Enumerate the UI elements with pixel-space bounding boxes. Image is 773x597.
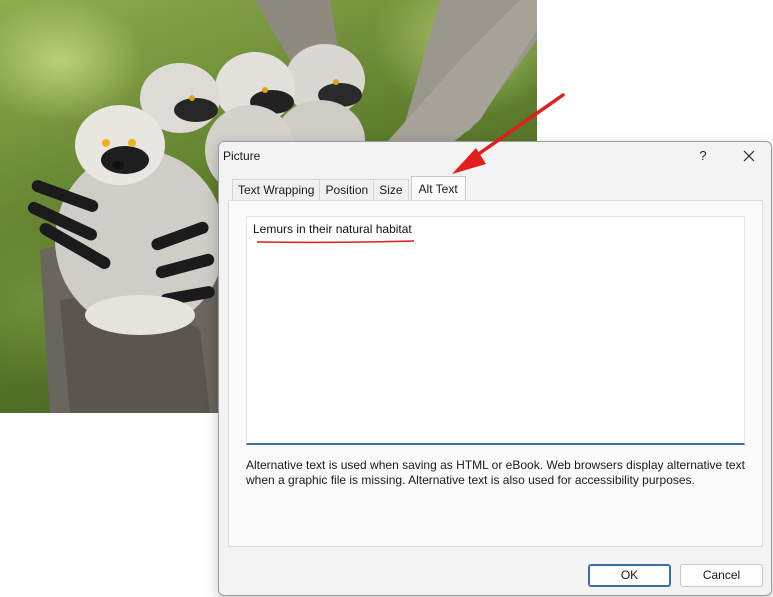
close-icon <box>743 150 755 162</box>
tab-alt-text[interactable]: Alt Text <box>410 176 466 200</box>
question-icon: ? <box>699 148 707 163</box>
alt-text-description: Alternative text is used when saving as … <box>246 458 745 487</box>
alt-text-input[interactable]: Lemurs in their natural habitat <box>246 216 745 445</box>
red-underline-annotation <box>256 240 415 244</box>
picture-dialog: Picture ? Text Wrapping Position Size Al… <box>218 141 772 596</box>
tab-size[interactable]: Size <box>373 179 409 201</box>
dialog-title: Picture <box>223 149 261 163</box>
help-button[interactable]: ? <box>693 146 713 166</box>
dialog-titlebar[interactable]: Picture ? <box>219 142 771 170</box>
tab-position[interactable]: Position <box>319 179 375 201</box>
alt-text-panel: Lemurs in their natural habitat Alternat… <box>228 200 763 547</box>
dialog-tabs: Text Wrapping Position Size Alt Text <box>232 176 466 201</box>
ok-button[interactable]: OK <box>588 564 671 587</box>
close-button[interactable] <box>737 145 761 167</box>
cancel-button[interactable]: Cancel <box>680 564 763 587</box>
tab-text-wrapping[interactable]: Text Wrapping <box>232 179 321 201</box>
